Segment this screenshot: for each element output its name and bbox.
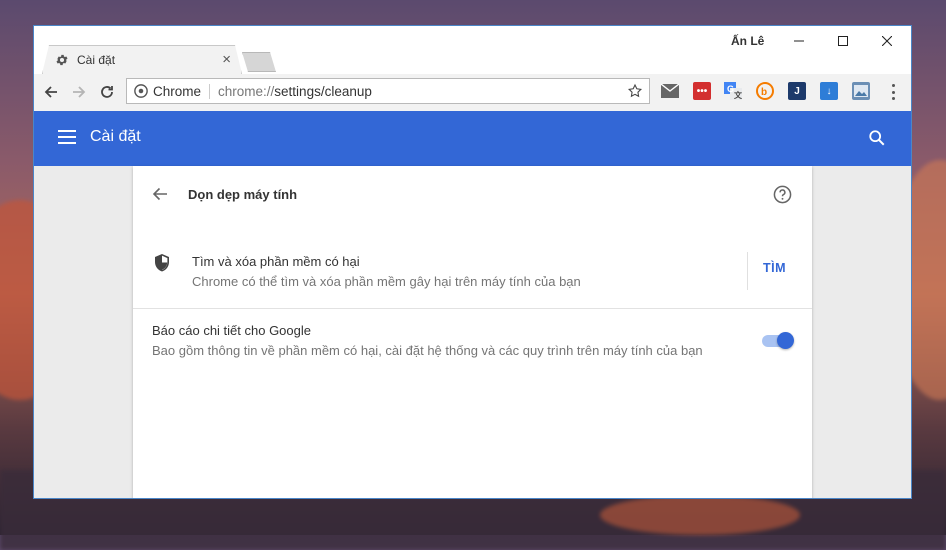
page-title: Cài đặt <box>90 128 141 145</box>
download-label: ↓ <box>826 85 832 97</box>
address-bar[interactable]: Chrome chrome://settings/cleanup <box>126 78 650 104</box>
browser-toolbar: Chrome chrome://settings/cleanup ••• G文 … <box>34 74 911 112</box>
j-extension-icon[interactable]: J <box>788 82 806 100</box>
image-extension-icon[interactable] <box>852 82 870 100</box>
forward-button[interactable] <box>67 80 91 104</box>
lastpass-icon[interactable]: ••• <box>693 82 711 100</box>
translate-icon[interactable]: G文 <box>724 82 742 100</box>
chrome-menu-button[interactable] <box>884 82 902 102</box>
back-arrow-icon[interactable] <box>151 185 169 203</box>
url-scheme: chrome:// <box>218 83 275 99</box>
translate-glyph: G文 <box>724 82 742 100</box>
chrome-page-icon <box>134 84 148 98</box>
shield-icon <box>155 254 169 272</box>
browser-window: Cài đặt × Ấn Lê Chrome chrome://settings… <box>33 25 912 499</box>
cleanup-card: Dọn dẹp máy tính Tìm và xóa phần mềm có … <box>133 166 812 498</box>
settings-content: Dọn dẹp máy tính Tìm và xóa phần mềm có … <box>34 166 911 498</box>
find-harmful-software-row: Tìm và xóa phần mềm có hại Chrome có thể… <box>133 234 812 309</box>
profile-name[interactable]: Ấn Lê <box>731 34 764 48</box>
secure-label: Chrome <box>153 83 211 99</box>
reload-button[interactable] <box>95 80 119 104</box>
maximize-button[interactable] <box>821 29 865 53</box>
arrow-left-icon <box>44 86 57 98</box>
gear-icon <box>56 54 68 66</box>
menu-dot <box>891 84 895 87</box>
svg-text:文: 文 <box>734 90 742 100</box>
menu-dot <box>891 97 895 100</box>
toggle-knob <box>777 332 794 349</box>
url-text[interactable]: chrome://settings/cleanup <box>218 84 372 99</box>
maximize-icon <box>838 36 848 46</box>
bookmark-star-icon[interactable] <box>627 83 643 99</box>
url-path: settings/cleanup <box>274 83 372 99</box>
new-tab-button[interactable] <box>242 52 276 72</box>
search-icon[interactable] <box>868 129 886 147</box>
minimize-button[interactable] <box>777 29 821 53</box>
report-row-title: Báo cáo chi tiết cho Google <box>152 323 311 338</box>
image-glyph <box>854 85 868 97</box>
subpage-title: Dọn dẹp máy tính <box>188 187 298 202</box>
tab-title: Cài đặt <box>77 53 116 67</box>
find-row-title: Tìm và xóa phần mềm có hại <box>192 254 360 269</box>
arrow-right-icon <box>73 86 86 98</box>
tab-strip: Cài đặt × Ấn Lê <box>34 26 911 74</box>
b-extension-icon[interactable]: b <box>756 82 774 100</box>
download-icon[interactable]: ↓ <box>820 82 838 100</box>
lastpass-label: ••• <box>696 85 708 97</box>
hamburger-menu-icon[interactable] <box>58 130 76 144</box>
help-icon[interactable] <box>773 185 792 204</box>
report-row-description: Bao gồm thông tin về phần mềm có hại, cà… <box>152 343 703 358</box>
report-toggle[interactable] <box>762 332 794 349</box>
find-button[interactable]: TÌM <box>763 261 786 275</box>
minimize-icon <box>794 40 804 42</box>
tab-settings[interactable]: Cài đặt × <box>42 45 242 74</box>
mail-glyph <box>661 84 679 98</box>
b-glyph: b <box>756 82 774 100</box>
j-label: J <box>794 85 800 97</box>
menu-dot <box>891 90 895 94</box>
tab-close-icon[interactable]: × <box>222 52 231 68</box>
close-window-button[interactable] <box>865 29 909 53</box>
report-details-row: Báo cáo chi tiết cho Google Bao gồm thôn… <box>133 309 812 373</box>
find-row-description: Chrome có thể tìm và xóa phần mềm gây hạ… <box>192 274 581 289</box>
settings-header: Cài đặt <box>34 111 911 166</box>
reload-icon <box>101 86 113 98</box>
wallpaper-shape <box>600 495 800 535</box>
back-button[interactable] <box>39 80 63 104</box>
svg-text:G: G <box>727 84 734 94</box>
mail-icon[interactable] <box>661 82 679 100</box>
divider <box>747 252 748 290</box>
svg-text:b: b <box>761 87 767 98</box>
close-icon <box>882 36 892 46</box>
